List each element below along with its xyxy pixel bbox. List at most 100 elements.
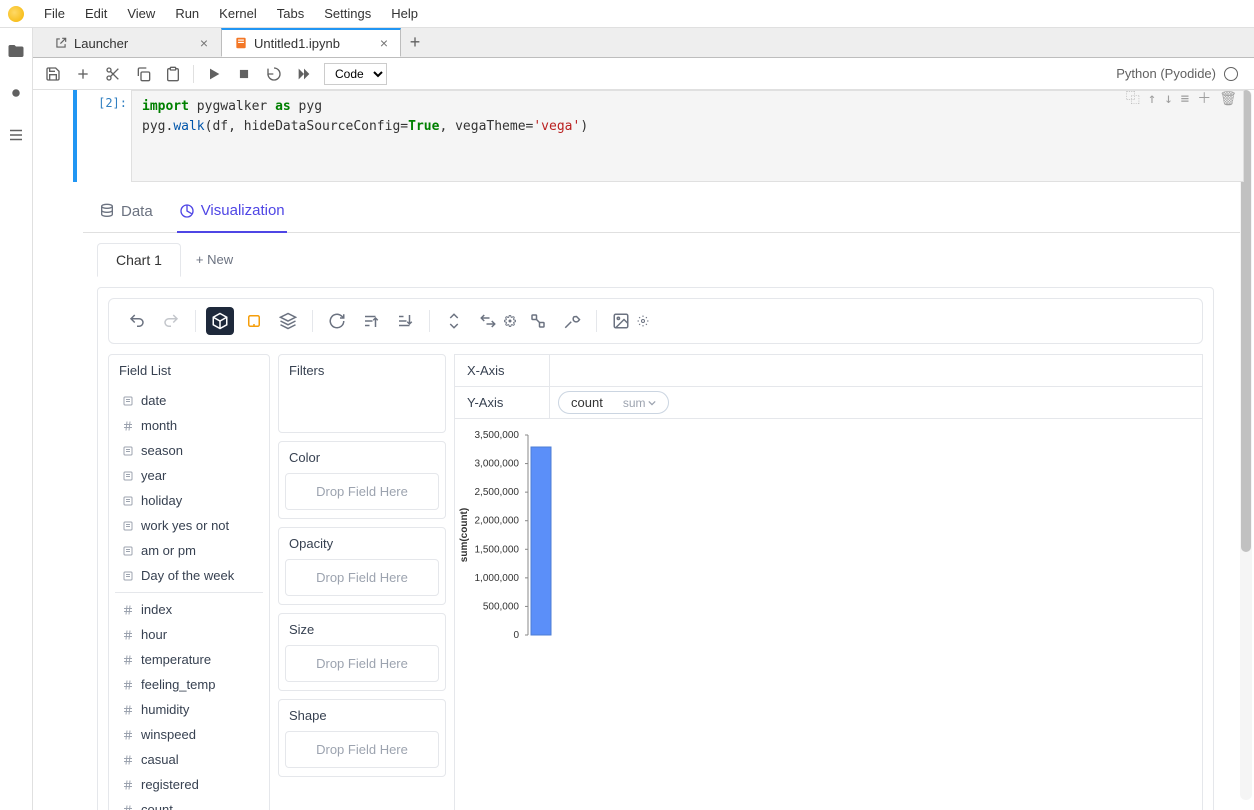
menu-edit[interactable]: Edit <box>75 2 117 25</box>
svg-text:3,500,000: 3,500,000 <box>475 431 520 441</box>
menu-kernel[interactable]: Kernel <box>209 2 267 25</box>
hash-icon <box>121 703 135 717</box>
svg-text:0: 0 <box>513 630 519 641</box>
folder-icon[interactable] <box>7 42 25 60</box>
copy-icon[interactable] <box>133 64 153 84</box>
viz-toolbar <box>108 298 1203 344</box>
code-cell[interactable]: [2]: import pygwalker as pyg pyg.walk(df… <box>73 90 1244 182</box>
y-axis-pill[interactable]: count sum <box>558 391 669 414</box>
insert-above-icon[interactable]: ≡ <box>1181 90 1189 110</box>
field-casual[interactable]: casual <box>115 747 263 772</box>
running-icon[interactable] <box>7 84 25 102</box>
cell-actions: ⿻ ↑ ↓ ≡ ＋ 🗑 <box>1126 90 1237 110</box>
hash-icon <box>121 419 135 433</box>
pyg-tab-visualization[interactable]: Visualization <box>177 196 287 233</box>
cube-icon[interactable] <box>206 307 234 335</box>
svg-text:3,000,000: 3,000,000 <box>475 459 520 470</box>
wrench-icon[interactable] <box>558 307 586 335</box>
restart-icon[interactable] <box>264 64 284 84</box>
field-count[interactable]: count <box>115 797 263 810</box>
gear-icon[interactable] <box>502 307 518 335</box>
menu-tabs[interactable]: Tabs <box>267 2 314 25</box>
pyg-tab-data[interactable]: Data <box>97 197 155 232</box>
shelves-column: Filters Color Drop Field Here Opacity Dr… <box>278 354 446 777</box>
field-month[interactable]: month <box>115 413 263 438</box>
layout-icon[interactable] <box>474 307 502 335</box>
tab-launcher[interactable]: Launcher × <box>41 28 221 57</box>
opacity-shelf[interactable]: Opacity Drop Field Here <box>278 527 446 605</box>
move-down-icon[interactable]: ↓ <box>1164 90 1172 110</box>
svg-text:sum(count): sum(count) <box>459 508 470 562</box>
field-list-panel: Field List datemonthseasonyearholidaywor… <box>108 354 270 810</box>
close-icon[interactable]: × <box>200 35 208 51</box>
menu-file[interactable]: File <box>34 2 75 25</box>
save-icon[interactable] <box>43 64 63 84</box>
field-list-title: Field List <box>109 355 269 386</box>
chart-tab-new[interactable]: + New <box>181 243 248 277</box>
field-work-yes-or-not[interactable]: work yes or not <box>115 513 263 538</box>
shape-shelf[interactable]: Shape Drop Field Here <box>278 699 446 777</box>
field-feeling_temp[interactable]: feeling_temp <box>115 672 263 697</box>
field-year[interactable]: year <box>115 463 263 488</box>
x-axis-drop[interactable] <box>550 355 1203 386</box>
sort-desc-icon[interactable] <box>391 307 419 335</box>
stop-icon[interactable] <box>234 64 254 84</box>
add-cell-icon[interactable] <box>73 64 93 84</box>
undo-icon[interactable] <box>123 307 151 335</box>
notebook-toolbar: Code Python (Pyodide) <box>33 58 1254 90</box>
field-date[interactable]: date <box>115 388 263 413</box>
gear-icon[interactable] <box>635 307 651 335</box>
sort-asc-icon[interactable] <box>357 307 385 335</box>
stack-icon[interactable] <box>274 307 302 335</box>
cut-icon[interactable] <box>103 64 123 84</box>
field-winspeed[interactable]: winspeed <box>115 722 263 747</box>
transpose-icon[interactable] <box>440 307 468 335</box>
kernel-status-icon[interactable] <box>1224 67 1238 81</box>
duplicate-icon[interactable]: ⿻ <box>1126 90 1140 110</box>
size-shelf[interactable]: Size Drop Field Here <box>278 613 446 691</box>
jupyter-logo <box>8 6 24 22</box>
chart-tab-1[interactable]: Chart 1 <box>97 243 181 277</box>
code-editor[interactable]: import pygwalker as pyg pyg.walk(df, hid… <box>131 90 1244 182</box>
text-icon <box>121 544 135 558</box>
menu-view[interactable]: View <box>117 2 165 25</box>
kernel-name[interactable]: Python (Pyodide) <box>1116 66 1216 81</box>
add-tab-button[interactable]: + <box>401 28 429 57</box>
text-icon <box>121 494 135 508</box>
insert-below-icon[interactable]: ＋ <box>1197 90 1211 110</box>
cell-type-select[interactable]: Code <box>324 63 387 85</box>
menu-run[interactable]: Run <box>165 2 209 25</box>
run-icon[interactable] <box>204 64 224 84</box>
filters-shelf[interactable]: Filters <box>278 354 446 433</box>
paste-icon[interactable] <box>163 64 183 84</box>
tab-notebook[interactable]: Untitled1.ipynb × <box>221 28 401 57</box>
hash-icon <box>121 778 135 792</box>
text-icon <box>121 444 135 458</box>
mark-icon[interactable] <box>240 307 268 335</box>
run-all-icon[interactable] <box>294 64 314 84</box>
menu-settings[interactable]: Settings <box>314 2 381 25</box>
close-icon[interactable]: × <box>380 35 388 51</box>
field-temperature[interactable]: temperature <box>115 647 263 672</box>
scrollbar[interactable] <box>1240 90 1252 800</box>
image-icon[interactable] <box>607 307 635 335</box>
field-humidity[interactable]: humidity <box>115 697 263 722</box>
field-registered[interactable]: registered <box>115 772 263 797</box>
field-hour[interactable]: hour <box>115 622 263 647</box>
color-shelf[interactable]: Color Drop Field Here <box>278 441 446 519</box>
field-season[interactable]: season <box>115 438 263 463</box>
move-up-icon[interactable]: ↑ <box>1148 90 1156 110</box>
zoom-icon[interactable] <box>524 307 552 335</box>
field-am-or-pm[interactable]: am or pm <box>115 538 263 563</box>
toc-icon[interactable] <box>7 126 25 144</box>
y-axis-drop[interactable]: count sum <box>550 387 1203 418</box>
menu-help[interactable]: Help <box>381 2 428 25</box>
field-index[interactable]: index <box>115 597 263 622</box>
field-Day-of-the-week[interactable]: Day of the week <box>115 563 263 588</box>
field-holiday[interactable]: holiday <box>115 488 263 513</box>
delete-cell-icon[interactable]: 🗑 <box>1219 90 1237 110</box>
refresh-icon[interactable] <box>323 307 351 335</box>
svg-text:1,500,000: 1,500,000 <box>475 544 520 555</box>
redo-icon[interactable] <box>157 307 185 335</box>
text-icon <box>121 469 135 483</box>
